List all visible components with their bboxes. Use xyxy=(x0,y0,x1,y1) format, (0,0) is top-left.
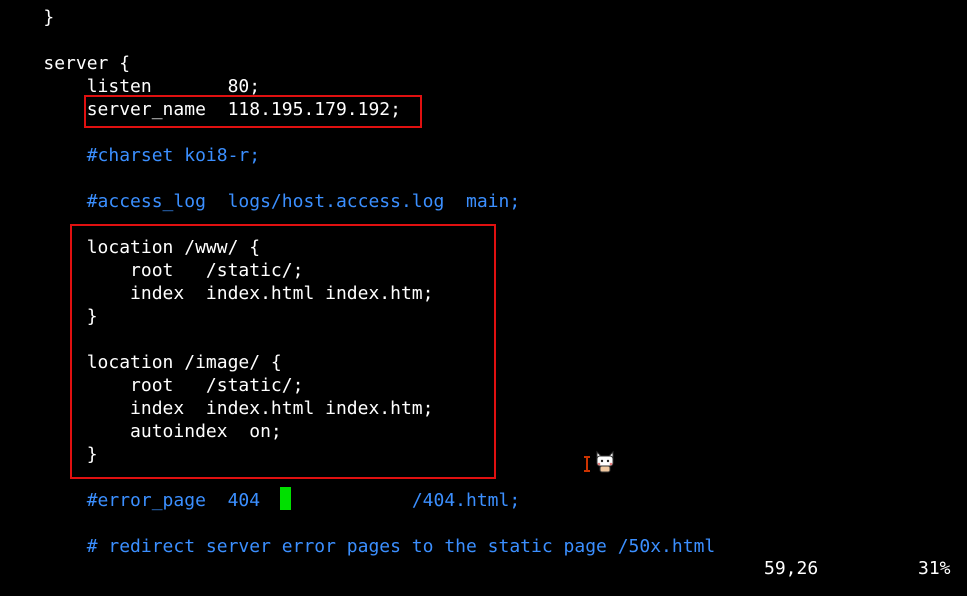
code-line: # redirect server error pages to the sta… xyxy=(0,535,716,558)
location-blocks-highlight-box xyxy=(70,224,496,479)
text-cursor xyxy=(280,487,291,510)
code-line: } xyxy=(0,6,54,29)
code-text: server { xyxy=(43,53,131,74)
code-comment: #error_page 404 xyxy=(86,490,271,511)
code-text: } xyxy=(43,7,55,28)
status-percent: 31% xyxy=(918,558,951,579)
code-line: #charset koi8-r; xyxy=(0,144,260,167)
code-line: server { xyxy=(0,52,130,75)
text-ibeam-icon xyxy=(584,456,590,472)
code-line: #error_page 404 /404.html; xyxy=(0,489,521,512)
code-comment: #access_log logs/host.access.log main; xyxy=(86,191,521,212)
status-position: 59,26 xyxy=(764,558,819,579)
code-text: listen 80; xyxy=(86,76,261,97)
code-comment: #charset koi8-r; xyxy=(86,145,261,166)
cat-mascot-icon xyxy=(596,450,614,473)
code-comment: # redirect server error pages to the sta… xyxy=(86,536,716,557)
server-name-highlight-box xyxy=(84,95,422,128)
code-line: #access_log logs/host.access.log main; xyxy=(0,190,520,213)
code-comment-after-cursor: /404.html; xyxy=(281,490,521,511)
